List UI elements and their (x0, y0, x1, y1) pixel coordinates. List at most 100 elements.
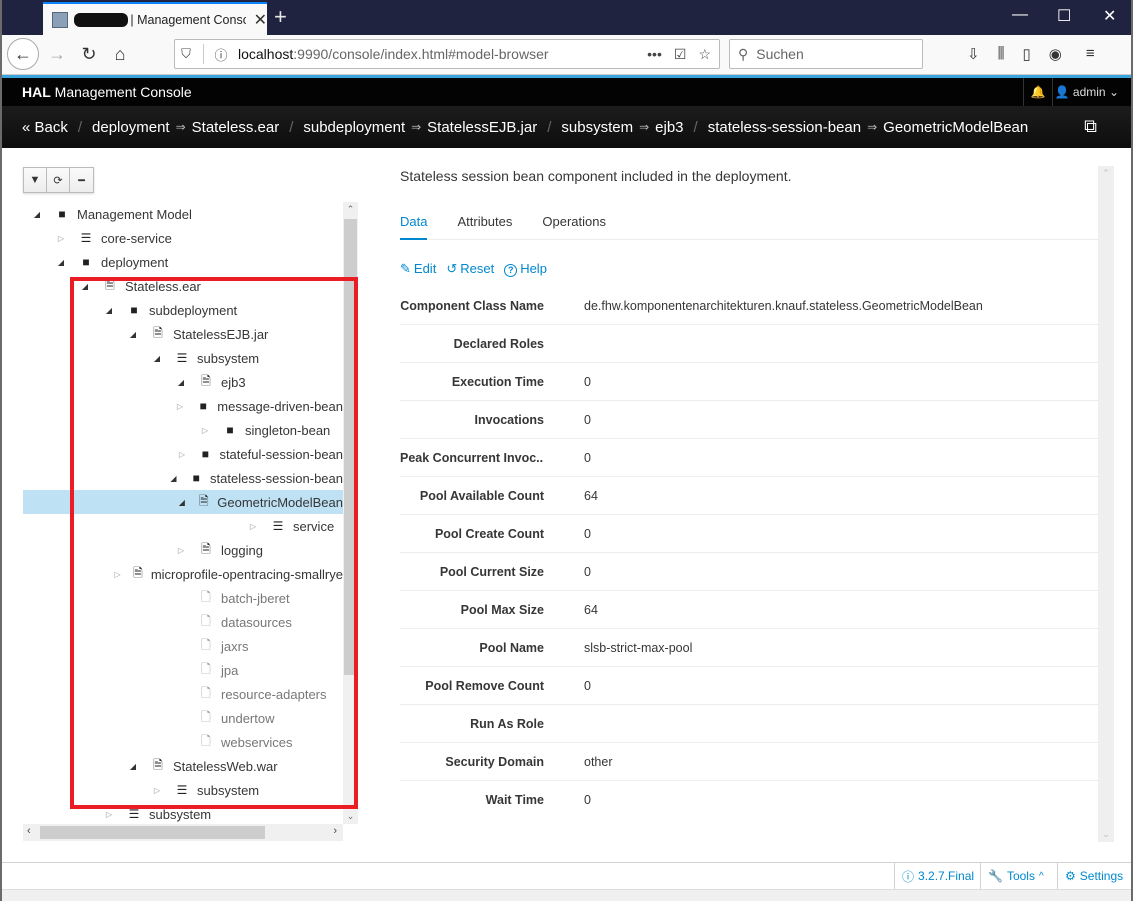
tree-node[interactable]: 🗋 jaxrs (23, 634, 343, 658)
url-text[interactable]: localhost:9990/console/index.html#model-… (238, 46, 549, 62)
scroll-up-icon[interactable]: ⌃ (343, 204, 358, 215)
external-link-icon[interactable]: ⧉ (1084, 116, 1097, 137)
breadcrumb-value[interactable]: ejb3 (655, 119, 683, 136)
expanded-toggle-icon[interactable]: ◢ (31, 210, 43, 219)
tree-node[interactable]: ▷ ☰ core-service (23, 226, 343, 250)
library-icon[interactable]: ⫼ (998, 45, 1005, 63)
collapsed-toggle-icon[interactable]: ▷ (199, 426, 211, 435)
scroll-left-icon[interactable]: ‹ (27, 825, 31, 837)
breadcrumb-value[interactable]: StatelessEJB.jar (427, 119, 537, 136)
notifications-bell-icon[interactable]: 🔔 (1023, 78, 1053, 106)
tree-node[interactable]: ◢ 🗎 Stateless.ear (23, 274, 343, 298)
tree-node[interactable]: ▷ ☰ service (23, 514, 343, 538)
expanded-toggle-icon[interactable]: ◢ (175, 378, 187, 387)
help-link[interactable]: ? Help (504, 261, 547, 277)
close-tab-icon[interactable]: ✕ (254, 10, 267, 30)
expanded-toggle-icon[interactable]: ◢ (103, 306, 115, 315)
minimize-button[interactable]: — (1012, 6, 1028, 24)
collapsed-toggle-icon[interactable]: ▷ (175, 402, 185, 411)
scroll-right-icon[interactable]: › (333, 825, 337, 837)
scrollbar-thumb[interactable] (40, 826, 265, 839)
tree-node[interactable]: ◢ 🗎 ejb3 (23, 370, 343, 394)
tree-node[interactable]: 🗋 jpa (23, 658, 343, 682)
home-icon[interactable]: ⌂ (105, 39, 135, 69)
tab-operations[interactable]: Operations (542, 205, 606, 240)
version-link[interactable]: ⓘ 3.2.7.Final (894, 863, 981, 889)
tree-node[interactable]: ◢ ■ subdeployment (23, 298, 343, 322)
collapsed-toggle-icon[interactable]: ▷ (151, 786, 163, 795)
bookmark-star-icon[interactable]: ☆ (698, 46, 711, 63)
browser-tab[interactable]: | Management Console ✕ (43, 2, 267, 35)
tree-node[interactable]: ◢ ☰ subsystem (23, 346, 343, 370)
search-input[interactable]: ⚲ Suchen (729, 39, 923, 69)
forward-icon[interactable]: → (42, 39, 72, 69)
pocket-icon[interactable]: ☑ (674, 46, 687, 63)
scrollbar-thumb[interactable] (344, 219, 357, 675)
close-window-button[interactable]: ✕ (1103, 6, 1116, 26)
shield-icon[interactable]: ⛉ (175, 46, 197, 62)
tree-node[interactable]: ◢ 🗎 GeometricModelBean (23, 490, 343, 514)
tree-node[interactable]: ◢ 🗎 StatelessWeb.war (23, 754, 343, 778)
tree-node[interactable]: ▷ ■ stateful-session-bean (23, 442, 343, 466)
tree-vertical-scrollbar[interactable]: ⌃ ⌄ (343, 202, 358, 824)
scroll-down-icon[interactable]: ⌄ (1098, 829, 1114, 840)
collapsed-toggle-icon[interactable]: ▷ (55, 234, 67, 243)
tree-node[interactable]: ▷ 🗎 logging (23, 538, 343, 562)
app-brand[interactable]: HAL Management Console (22, 84, 192, 100)
expanded-toggle-icon[interactable]: ◢ (79, 282, 91, 291)
refresh-icon[interactable]: ⟳ (47, 168, 70, 192)
collapsed-toggle-icon[interactable]: ▷ (103, 810, 115, 819)
edit-link[interactable]: ✎ Edit (400, 261, 436, 277)
maximize-button[interactable]: ☐ (1057, 6, 1071, 26)
collapse-icon[interactable]: ━ (70, 168, 93, 192)
user-menu[interactable]: 👤 admin ⌄ (1055, 85, 1119, 99)
filter-icon[interactable]: ▼ (24, 168, 47, 192)
back-link[interactable]: « Back (22, 119, 68, 136)
scroll-down-icon[interactable]: ⌄ (343, 811, 358, 822)
tree-node[interactable]: ▷ ■ singleton-bean (23, 418, 343, 442)
tree-node[interactable]: 🗋 undertow (23, 706, 343, 730)
downloads-icon[interactable]: ⇩ (967, 45, 980, 63)
tree-node[interactable]: ▷ ☰ subsystem (23, 802, 343, 824)
breadcrumb-key[interactable]: deployment (92, 119, 170, 136)
tab-data[interactable]: Data (400, 205, 428, 240)
tree-node[interactable]: ◢ ■ deployment (23, 250, 343, 274)
tree-node[interactable]: 🗋 webservices (23, 730, 343, 754)
sidebar-icon[interactable]: ▯ (1022, 45, 1030, 63)
expanded-toggle-icon[interactable]: ◢ (169, 474, 179, 483)
tree-node[interactable]: 🗋 datasources (23, 610, 343, 634)
url-bar[interactable]: ⛉ ⓘ localhost:9990/console/index.html#mo… (174, 39, 720, 69)
account-icon[interactable]: ◉ (1049, 45, 1062, 63)
menu-icon[interactable]: ≡ (1086, 45, 1095, 63)
back-icon[interactable]: ← (7, 38, 39, 70)
tree-node[interactable]: 🗋 resource-adapters (23, 682, 343, 706)
collapsed-toggle-icon[interactable]: ▷ (177, 450, 187, 459)
tree-horizontal-scrollbar[interactable]: ‹ › (23, 824, 343, 841)
tree-node[interactable]: ▷ ■ message-driven-bean (23, 394, 343, 418)
breadcrumb-value[interactable]: Stateless.ear (192, 119, 280, 136)
expanded-toggle-icon[interactable]: ◢ (127, 330, 139, 339)
new-tab-button[interactable]: + (274, 4, 287, 30)
breadcrumb-value[interactable]: GeometricModelBean (883, 119, 1028, 136)
reset-link[interactable]: ↺ Reset (446, 261, 494, 277)
tree-node[interactable]: ▷ 🗎 microprofile-opentracing-smallrye (23, 562, 343, 586)
tree-node[interactable]: ◢ 🗎 StatelessEJB.jar (23, 322, 343, 346)
tools-menu[interactable]: 🔧 Tools ^ (980, 863, 1051, 889)
tree-node[interactable]: ◢ ■ stateless-session-bean (23, 466, 343, 490)
expanded-toggle-icon[interactable]: ◢ (151, 354, 163, 363)
breadcrumb-key[interactable]: stateless-session-bean (708, 119, 861, 136)
reload-icon[interactable]: ↻ (74, 39, 104, 69)
expanded-toggle-icon[interactable]: ◢ (55, 258, 67, 267)
breadcrumb-key[interactable]: subdeployment (303, 119, 405, 136)
collapsed-toggle-icon[interactable]: ▷ (175, 546, 187, 555)
tree-node[interactable]: 🗋 batch-jberet (23, 586, 343, 610)
expanded-toggle-icon[interactable]: ◢ (127, 762, 139, 771)
more-actions-icon[interactable]: ••• (647, 46, 662, 63)
collapsed-toggle-icon[interactable]: ▷ (114, 570, 121, 579)
settings-link[interactable]: ⚙ Settings (1057, 863, 1130, 889)
breadcrumb-key[interactable]: subsystem (561, 119, 633, 136)
tab-attributes[interactable]: Attributes (457, 205, 512, 240)
collapsed-toggle-icon[interactable]: ▷ (247, 522, 259, 531)
details-scrollbar[interactable]: ⌃ ⌄ (1098, 166, 1114, 842)
expanded-toggle-icon[interactable]: ◢ (177, 498, 186, 507)
